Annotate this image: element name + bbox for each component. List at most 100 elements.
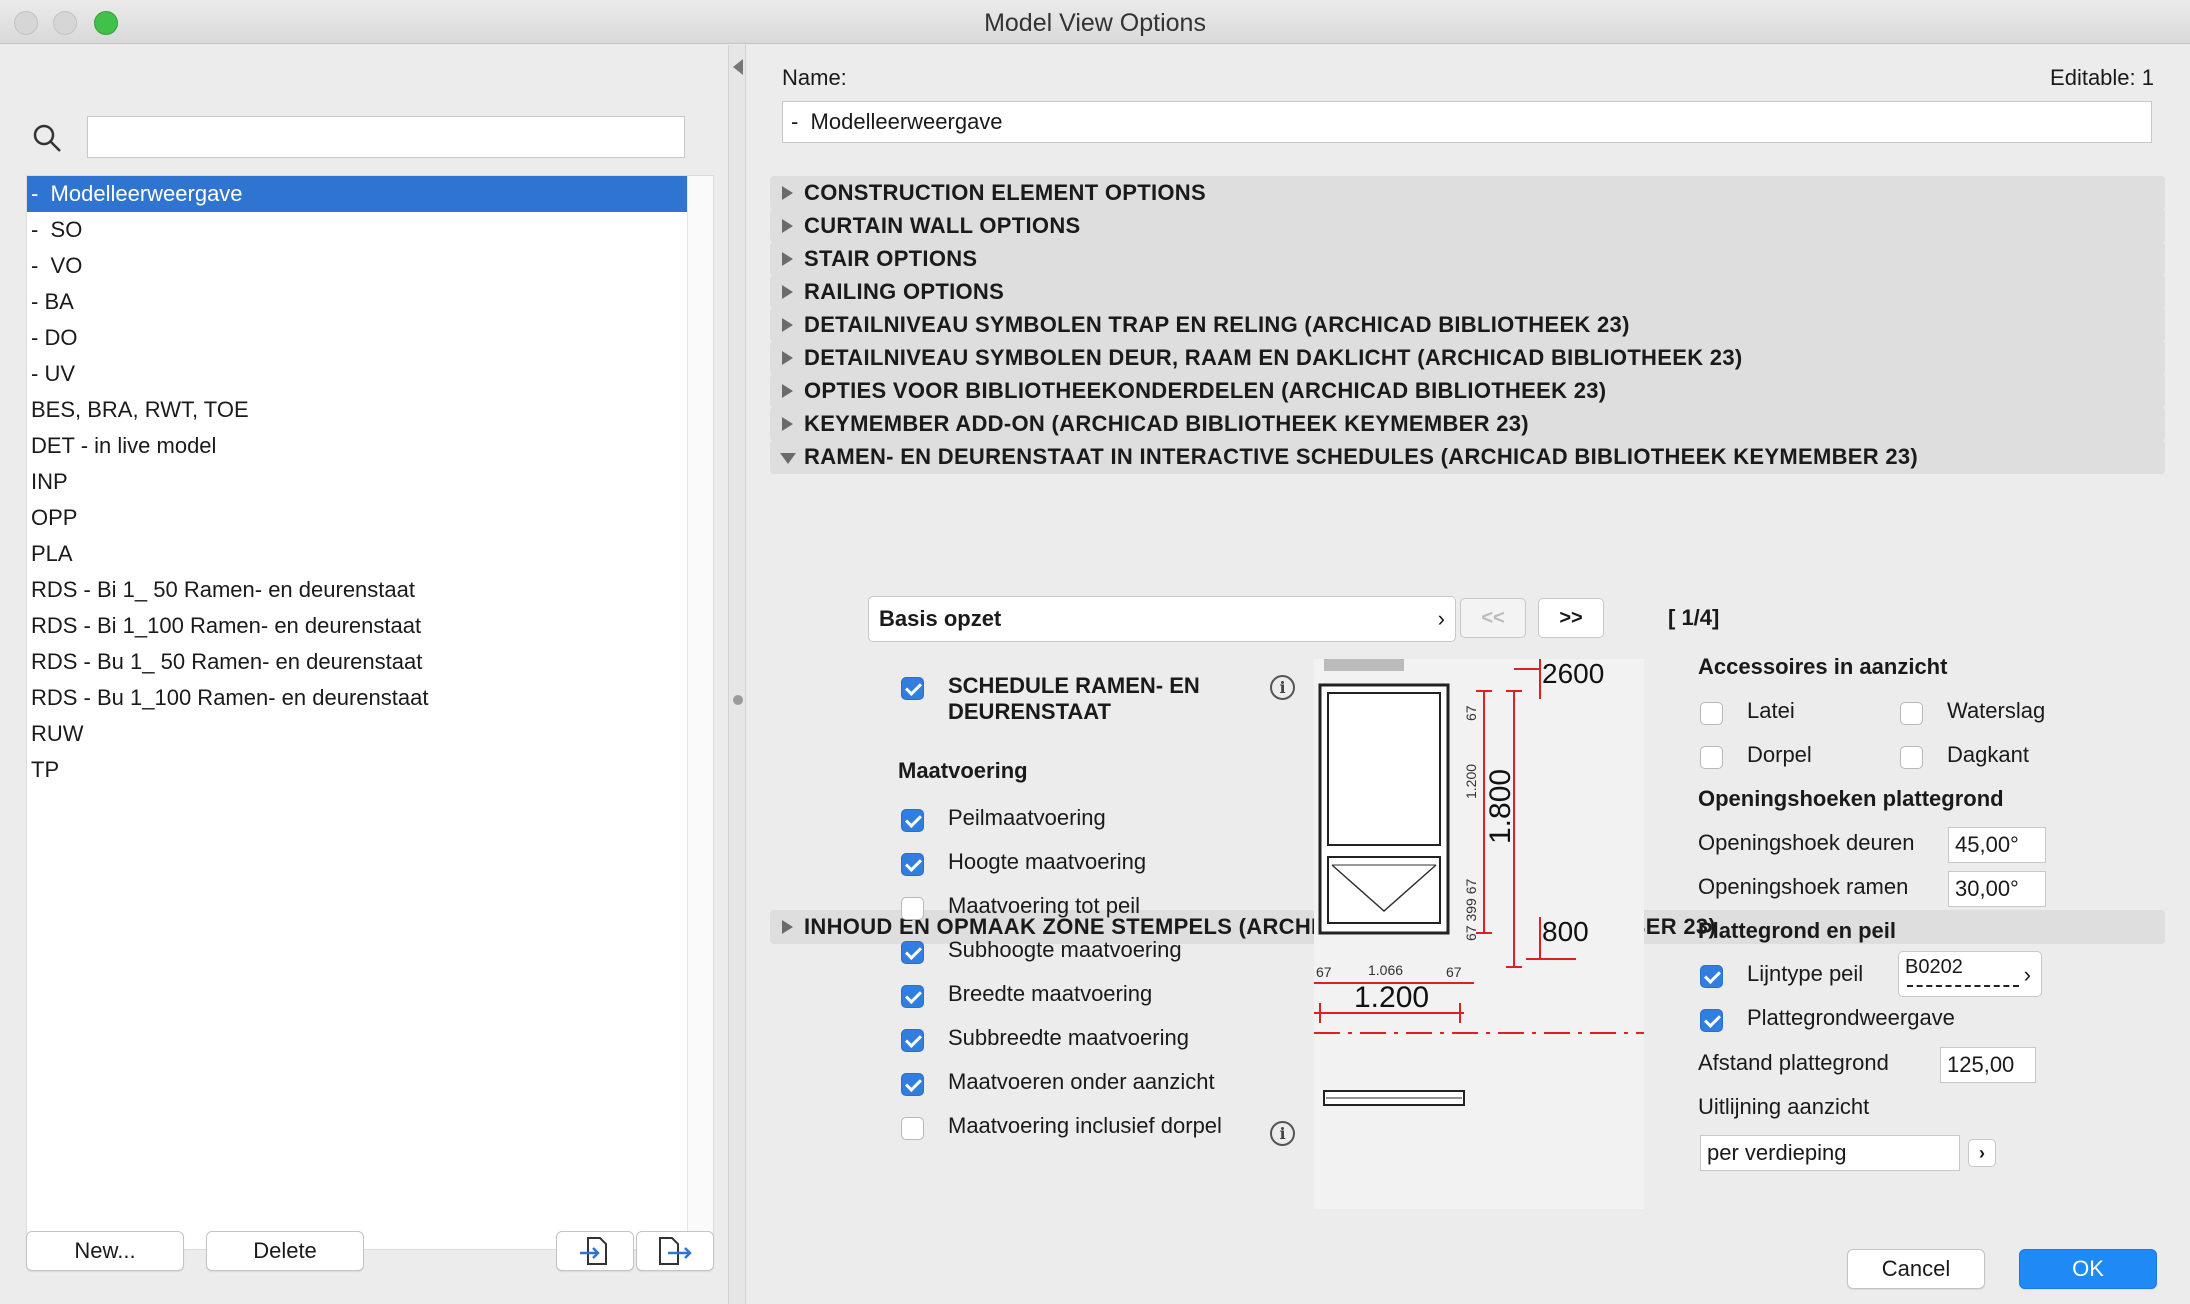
disclosure-triangle-icon[interactable] xyxy=(782,384,793,398)
chevron-right-icon: › xyxy=(1437,606,1445,631)
list-item[interactable]: RDS - Bu 1_100 Ramen- en deurenstaat xyxy=(27,680,687,716)
dagkant-checkbox[interactable] xyxy=(1900,746,1923,769)
export-button[interactable] xyxy=(636,1231,714,1271)
list-item[interactable]: RDS - Bi 1_100 Ramen- en deurenstaat xyxy=(27,608,687,644)
list-item[interactable]: RDS - Bu 1_ 50 Ramen- en deurenstaat xyxy=(27,644,687,680)
disclosure-triangle-icon[interactable] xyxy=(782,186,793,200)
dim-small-label: 67 399 67 xyxy=(1463,879,1479,941)
section-header[interactable]: DETAILNIVEAU SYMBOLEN DEUR, RAAM EN DAKL… xyxy=(770,341,2165,375)
disclosure-triangle-icon[interactable] xyxy=(782,318,793,332)
section-header[interactable]: CURTAIN WALL OPTIONS xyxy=(770,209,2165,243)
maatvoering-checkbox[interactable] xyxy=(901,941,924,964)
list-item[interactable]: - SO xyxy=(27,212,687,248)
list-item[interactable]: TP xyxy=(27,752,687,788)
maatvoering-checkbox[interactable] xyxy=(901,985,924,1008)
section-header[interactable]: CONSTRUCTION ELEMENT OPTIONS xyxy=(770,176,2165,210)
next-page-button[interactable]: >> xyxy=(1538,598,1604,638)
section-header[interactable]: KEYMEMBER ADD-ON (ARCHICAD BIBLIOTHEEK K… xyxy=(770,407,2165,441)
dim-top-label: 2600 xyxy=(1542,659,1604,689)
list-scrollbar[interactable] xyxy=(687,176,713,1249)
list-item[interactable]: - BA xyxy=(27,284,687,320)
section-header[interactable]: DETAILNIVEAU SYMBOLEN TRAP EN RELING (AR… xyxy=(770,308,2165,342)
list-item[interactable]: INP xyxy=(27,464,687,500)
lijntype-checkbox[interactable] xyxy=(1700,965,1723,988)
afstand-label: Afstand plattegrond xyxy=(1698,1050,1889,1075)
maatvoering-checkbox[interactable] xyxy=(901,1073,924,1096)
export-icon xyxy=(659,1237,692,1265)
section-header[interactable]: OPTIES VOOR BIBLIOTHEEKONDERDELEN (ARCHI… xyxy=(770,374,2165,408)
section-label: CONSTRUCTION ELEMENT OPTIONS xyxy=(804,180,1206,205)
openingshoek-deuren-field[interactable]: 45,00° xyxy=(1948,827,2046,863)
openingshoek-ramen-field[interactable]: 30,00° xyxy=(1948,871,2046,907)
section-label: CURTAIN WALL OPTIONS xyxy=(804,213,1081,238)
disclosure-triangle-icon[interactable] xyxy=(782,351,793,365)
list-item[interactable]: OPP xyxy=(27,500,687,536)
disclosure-triangle-icon[interactable] xyxy=(782,219,793,233)
section-header[interactable]: RAILING OPTIONS xyxy=(770,275,2165,309)
schedule-checkbox[interactable] xyxy=(901,677,924,700)
latei-checkbox[interactable] xyxy=(1700,702,1723,725)
list-item[interactable]: RDS - Bi 1_ 50 Ramen- en deurenstaat xyxy=(27,572,687,608)
maatvoering-label: Maatvoering tot peil xyxy=(948,893,1140,918)
window-preview-figure: 2600 800 1.800 1.200 67 67 399 67 67 1.0… xyxy=(1314,658,1644,1209)
cancel-button[interactable]: Cancel xyxy=(1847,1249,1985,1289)
maatvoering-checkbox[interactable] xyxy=(901,809,924,832)
delete-button[interactable]: Delete xyxy=(206,1231,364,1271)
previous-page-button[interactable]: << xyxy=(1460,598,1526,638)
ok-button[interactable]: OK xyxy=(2019,1249,2157,1289)
section-label: OPTIES VOOR BIBLIOTHEEKONDERDELEN (ARCHI… xyxy=(804,378,1607,403)
lijntype-dropdown[interactable]: B0202 › xyxy=(1898,951,2042,997)
list-item[interactable]: - UV xyxy=(27,356,687,392)
name-label: Name: xyxy=(782,65,847,90)
info-icon[interactable]: i xyxy=(1270,675,1295,700)
dim-w-left-label: 67 xyxy=(1316,964,1332,980)
dorpel-checkbox[interactable] xyxy=(1700,746,1723,769)
list-item[interactable]: BES, BRA, RWT, TOE xyxy=(27,392,687,428)
openingshoek-deuren-label: Openingshoek deuren xyxy=(1698,830,1915,855)
uitlijning-field[interactable]: per verdieping xyxy=(1700,1135,1960,1171)
disclosure-triangle-icon[interactable] xyxy=(782,252,793,266)
dim-width-label: 1.200 xyxy=(1354,981,1429,1014)
name-field[interactable]: - Modelleerweergave xyxy=(782,101,2152,143)
maatvoering-checkbox[interactable] xyxy=(901,853,924,876)
page-indicator: [ 1/4] xyxy=(1668,605,1720,630)
section-header[interactable]: RAMEN- EN DEURENSTAAT IN INTERACTIVE SCH… xyxy=(770,440,2165,474)
maatvoering-checkbox[interactable] xyxy=(901,1029,924,1052)
section-label: DETAILNIVEAU SYMBOLEN TRAP EN RELING (AR… xyxy=(804,312,1630,337)
collapse-panel-icon[interactable] xyxy=(733,59,743,75)
new-button[interactable]: New... xyxy=(26,1231,184,1271)
afstand-field[interactable]: 125,00 xyxy=(1940,1047,2036,1083)
list-item[interactable]: RUW xyxy=(27,716,687,752)
maatvoering-checkbox[interactable] xyxy=(901,1117,924,1140)
splitter-handle[interactable] xyxy=(733,695,743,705)
list-item[interactable]: - VO xyxy=(27,248,687,284)
list-item[interactable]: - DO xyxy=(27,320,687,356)
dim-height-label: 1.800 xyxy=(1484,769,1517,844)
list-item[interactable]: DET - in live model xyxy=(27,428,687,464)
list-item[interactable]: PLA xyxy=(27,536,687,572)
section-header[interactable]: STAIR OPTIONS xyxy=(770,242,2165,276)
dagkant-label: Dagkant xyxy=(1947,742,2029,767)
panel-splitter[interactable] xyxy=(728,45,746,1304)
section-label: STAIR OPTIONS xyxy=(804,246,978,271)
disclosure-triangle-icon[interactable] xyxy=(782,285,793,299)
latei-label: Latei xyxy=(1747,698,1795,723)
search-input[interactable] xyxy=(87,116,685,158)
uitlijning-menu-button[interactable]: › xyxy=(1968,1139,1996,1167)
waterslag-checkbox[interactable] xyxy=(1900,702,1923,725)
import-button[interactable] xyxy=(556,1231,634,1271)
list-item[interactable]: - Modelleerweergave xyxy=(27,176,687,212)
dim-sub-label: 1.200 xyxy=(1463,764,1479,799)
disclosure-triangle-icon[interactable] xyxy=(782,417,793,431)
disclosure-triangle-icon[interactable] xyxy=(782,920,793,934)
dorpel-label: Dorpel xyxy=(1747,742,1812,767)
view-list: - Modelleerweergave - SO - VO - BA - DO - UV B… xyxy=(26,175,714,1250)
maatvoering-label: Peilmaatvoering xyxy=(948,805,1106,830)
window-title: Model View Options xyxy=(984,9,1206,37)
info-icon[interactable]: i xyxy=(1270,1121,1295,1146)
disclosure-triangle-icon[interactable] xyxy=(780,453,796,464)
page-dropdown[interactable]: Basis opzet › xyxy=(868,596,1456,642)
maatvoering-checkbox[interactable] xyxy=(901,897,924,920)
plattegrondweergave-checkbox[interactable] xyxy=(1700,1009,1723,1032)
page-dropdown-value: Basis opzet xyxy=(879,606,1002,631)
